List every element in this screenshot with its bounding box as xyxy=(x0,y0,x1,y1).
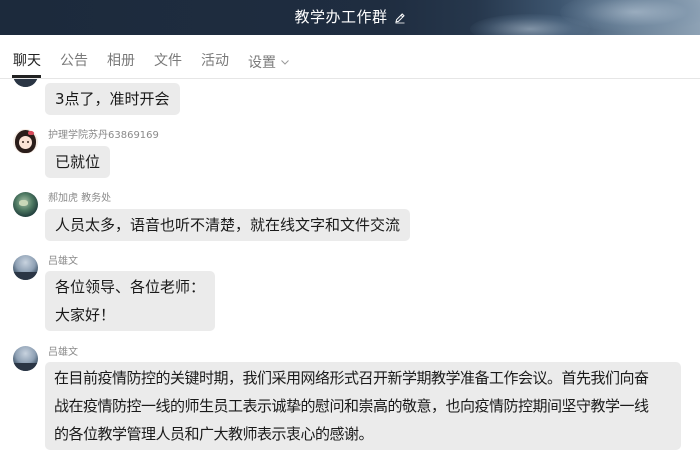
tab-bar: 聊天 公告 相册 文件 活动 设置 xyxy=(0,35,700,79)
sender-avatar[interactable] xyxy=(13,346,38,371)
pencil-icon[interactable] xyxy=(394,10,406,29)
message-text-line: 各位领导、各位老师： xyxy=(55,278,206,296)
message-text: 已就位 xyxy=(55,153,101,171)
message-text-line: 在目前疫情防控的关键时期，我们采用网络形式召开新学期教学准备工作会议。首先我们向… xyxy=(54,369,649,387)
sender-avatar[interactable] xyxy=(13,129,38,154)
message-text-line: 大家好！ xyxy=(55,306,116,324)
sender-name[interactable]: 吕雄文 xyxy=(48,256,78,268)
sender-avatar[interactable] xyxy=(13,79,38,87)
message-bubble[interactable]: 已就位 xyxy=(45,146,111,178)
message-bubble[interactable]: 人员太多，语音也听不清楚，就在线文字和文件交流 xyxy=(45,209,411,241)
message-bubble[interactable]: 在目前疫情防控的关键时期，我们采用网络形式召开新学期教学准备工作会议。首先我们向… xyxy=(45,362,681,450)
message-text-line: 的各位教学管理人员和广大教师表示衷心的感谢。 xyxy=(54,425,374,443)
tab-files[interactable]: 文件 xyxy=(154,52,182,70)
tab-album[interactable]: 相册 xyxy=(107,52,135,70)
message-bubble[interactable]: 各位领导、各位老师： 大家好！ xyxy=(45,271,216,331)
sender-name[interactable]: 吕雄文 xyxy=(48,347,78,359)
sender-avatar[interactable] xyxy=(13,192,38,217)
group-title-text: 教学办工作群 xyxy=(294,8,388,26)
tab-activities[interactable]: 活动 xyxy=(201,52,229,70)
message-text: 3点了，准时开会 xyxy=(55,90,170,108)
active-tab-indicator xyxy=(12,75,41,78)
message-text-line: 战在疫情防控一线的师生员工表示诚挚的慰问和崇高的敬意，也向疫情防控期间坚守教学一… xyxy=(54,397,649,415)
chevron-down-icon xyxy=(281,52,289,70)
tab-settings[interactable]: 设置 xyxy=(248,52,289,72)
tab-settings-label: 设置 xyxy=(248,55,276,71)
sender-name[interactable]: 郝加虎 教务处 xyxy=(48,193,111,205)
chat-message-list[interactable]: 3点了，准时开会 护理学院苏丹63869169 已就位 郝加虎 教务处 人员太多… xyxy=(0,79,700,455)
sender-avatar[interactable] xyxy=(13,255,38,280)
group-title[interactable]: 教学办工作群 xyxy=(0,8,700,29)
sender-name[interactable]: 护理学院苏丹63869169 xyxy=(48,130,159,142)
message-bubble[interactable]: 3点了，准时开会 xyxy=(45,83,180,115)
message-text: 人员太多，语音也听不清楚，就在线文字和文件交流 xyxy=(55,216,401,234)
group-header: 教学办工作群 xyxy=(0,0,700,35)
tab-announcement[interactable]: 公告 xyxy=(60,52,88,70)
tab-chat[interactable]: 聊天 xyxy=(13,52,41,70)
